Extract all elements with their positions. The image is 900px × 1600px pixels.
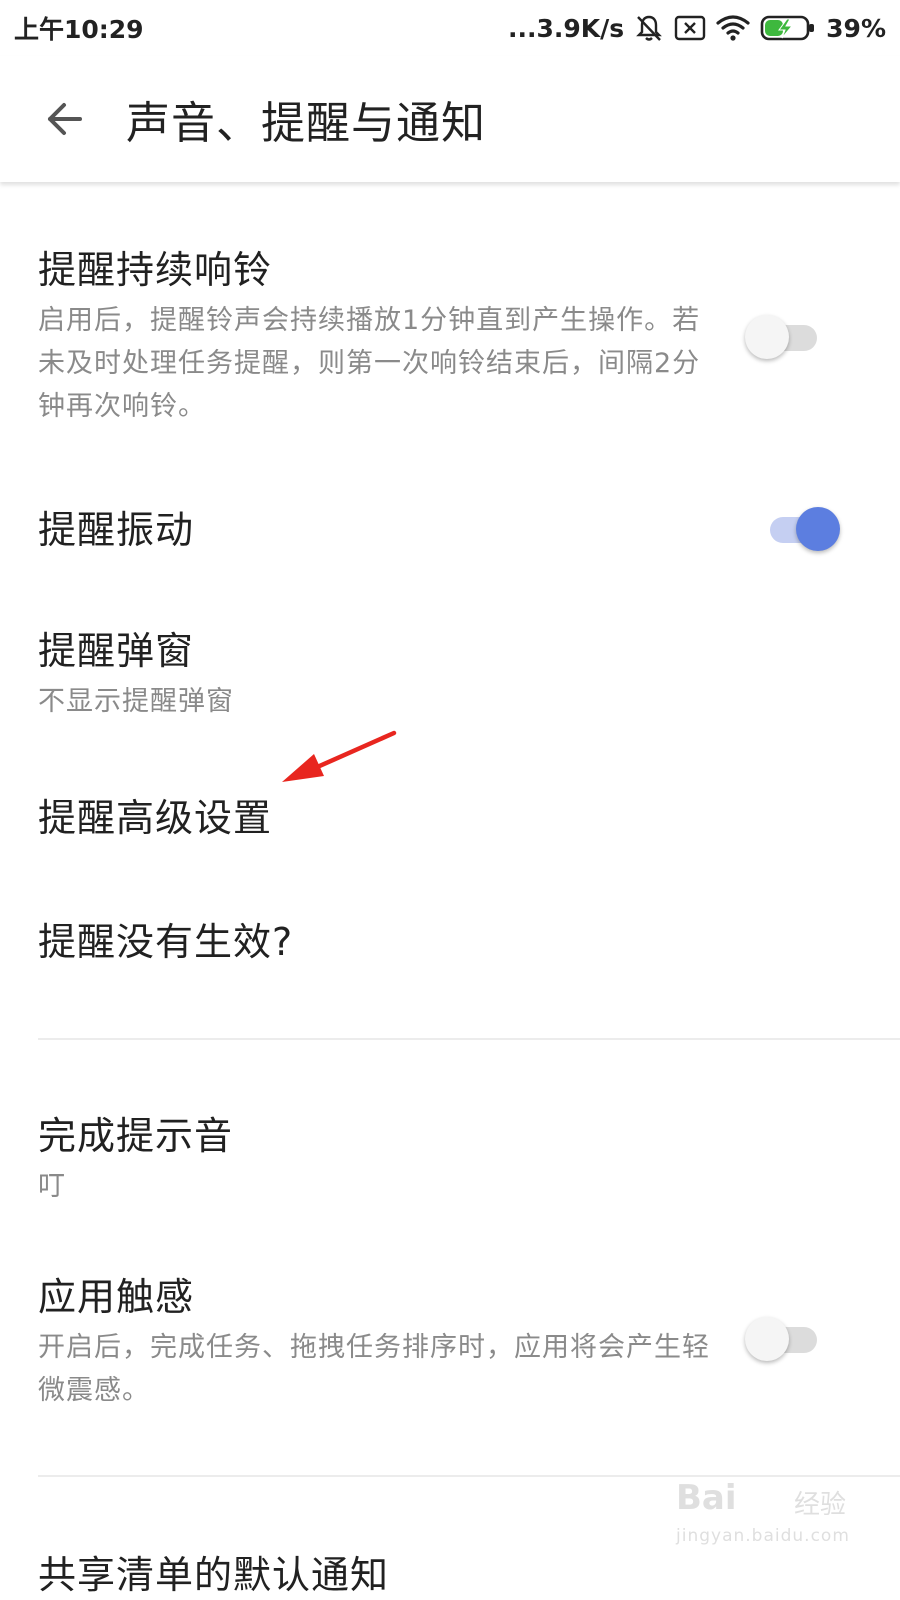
setting-not-working-title: 提醒没有生效? — [38, 920, 294, 964]
setting-completion-sound-value: 叮 — [38, 1171, 66, 1202]
toggle-thumb — [745, 1317, 789, 1361]
setting-haptics-title: 应用触感 — [38, 1275, 195, 1319]
back-button[interactable] — [34, 89, 94, 149]
battery-charging-icon — [760, 14, 816, 42]
wifi-icon — [716, 14, 750, 42]
vibration-toggle[interactable] — [760, 505, 840, 555]
setting-popup-title: 提醒弹窗 — [38, 629, 195, 673]
setting-completion-sound[interactable]: 完成提示音 叮 — [38, 1111, 728, 1208]
status-bar: 上午10:29 ...3.9K/s 39% — [0, 0, 900, 56]
toggle-thumb — [796, 507, 840, 551]
setting-shared-list-notification[interactable]: 共享清单的默认通知 — [38, 1550, 728, 1600]
setting-completion-sound-title: 完成提示音 — [38, 1114, 234, 1158]
setting-persistent-ring-description: 启用后，提醒铃声会持续播放1分钟直到产生操作。若未及时处理任务提醒，则第一次响铃… — [38, 305, 701, 422]
setting-haptics[interactable]: 应用触感 开启后，完成任务、拖拽任务排序时，应用将会产生轻微震感。 — [38, 1272, 728, 1412]
haptics-toggle[interactable] — [745, 1315, 825, 1365]
setting-persistent-ring[interactable]: 提醒持续响铃 启用后，提醒铃声会持续播放1分钟直到产生操作。若未及时处理任务提醒… — [38, 245, 728, 428]
bell-muted-icon — [634, 13, 664, 43]
status-time: 上午10:29 — [14, 15, 144, 44]
setting-popup-value: 不显示提醒弹窗 — [38, 686, 234, 717]
screen: 上午10:29 ...3.9K/s 39% 声音、提醒与通知 提醒持续响铃 启用… — [0, 0, 900, 1600]
battery-level: 39% — [826, 13, 886, 43]
setting-advanced[interactable]: 提醒高级设置 — [38, 793, 728, 843]
setting-vibration[interactable]: 提醒振动 — [38, 505, 728, 555]
watermark-brand: Bai — [676, 1478, 737, 1518]
arrow-left-icon — [48, 103, 82, 135]
setting-popup[interactable]: 提醒弹窗 不显示提醒弹窗 — [38, 626, 728, 723]
section-divider — [38, 1038, 900, 1040]
baidu-watermark: Bai 经验 jingyan.baidu.com — [676, 1470, 876, 1560]
watermark-url: jingyan.baidu.com — [676, 1526, 850, 1546]
setting-vibration-title: 提醒振动 — [38, 508, 195, 552]
watermark-suffix: 经验 — [794, 1490, 847, 1520]
setting-persistent-ring-title: 提醒持续响铃 — [38, 248, 273, 292]
status-icons: ...3.9K/s 39% — [508, 13, 886, 43]
page-title: 声音、提醒与通知 — [126, 98, 486, 149]
network-speed: ...3.9K/s — [507, 13, 625, 43]
persistent-ring-toggle[interactable] — [745, 313, 825, 363]
setting-advanced-title: 提醒高级设置 — [38, 796, 273, 840]
setting-shared-list-notification-title: 共享清单的默认通知 — [38, 1553, 390, 1597]
toggle-thumb — [745, 315, 789, 359]
setting-haptics-description: 开启后，完成任务、拖拽任务排序时，应用将会产生轻微震感。 — [38, 1332, 710, 1406]
setting-not-working[interactable]: 提醒没有生效? — [38, 917, 728, 967]
sim-off-icon — [674, 14, 706, 42]
toolbar: 声音、提醒与通知 — [0, 56, 900, 182]
annotation-arrow-icon — [282, 730, 397, 782]
